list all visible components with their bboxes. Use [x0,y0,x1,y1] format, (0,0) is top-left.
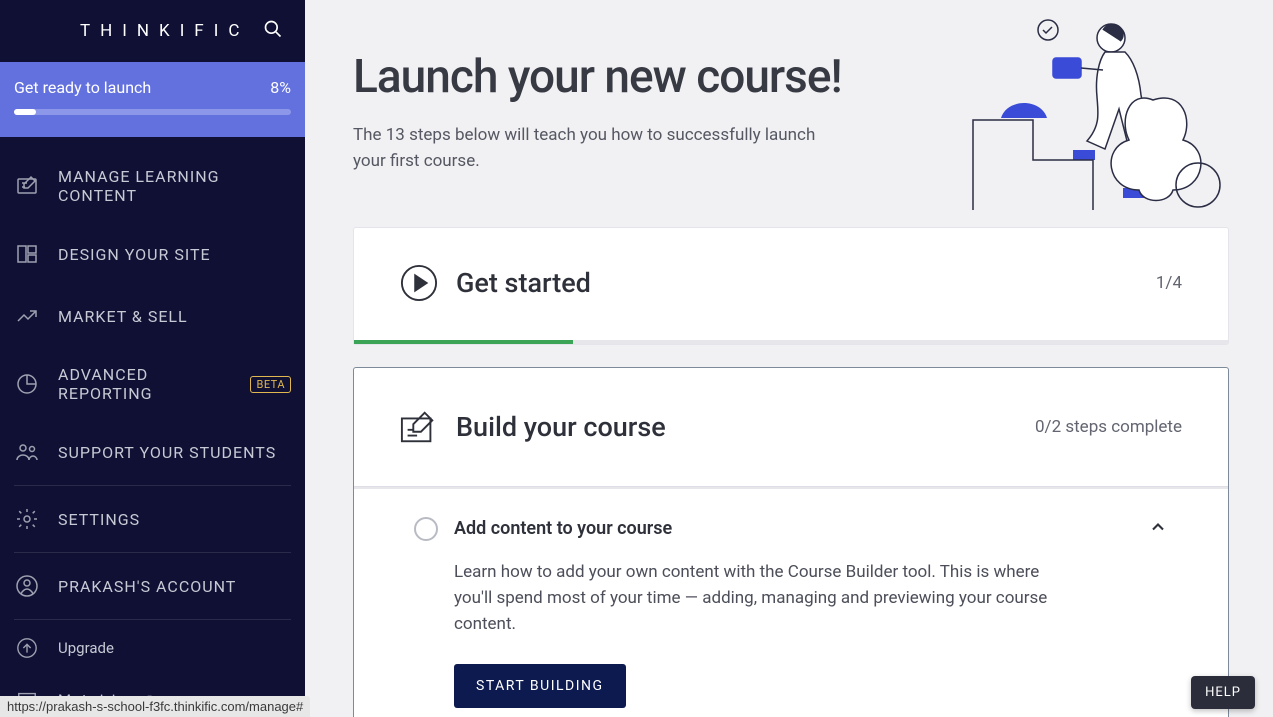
gear-icon [14,506,40,532]
launch-banner-percent: 8% [270,78,291,97]
sidebar-item-label: SETTINGS [58,510,140,529]
sidebar-item-label: Upgrade [58,639,114,657]
sidebar-item-design[interactable]: DESIGN YOUR SITE [0,223,305,285]
sidebar-nav: MANAGE LEARNING CONTENT DESIGN YOUR SITE… [0,137,305,717]
sidebar-item-label: DESIGN YOUR SITE [58,245,211,264]
sidebar-item-reporting[interactable]: ADVANCED REPORTING BETA [0,347,305,421]
help-button[interactable]: HELP [1191,676,1255,709]
search-icon[interactable] [263,19,283,43]
card-title: Build your course [456,411,1035,443]
nav-separator [14,485,291,486]
chevron-up-icon [1148,517,1168,541]
card-progress-bar-fill [354,340,573,344]
launch-progress-bar [14,109,291,115]
market-icon [14,303,40,329]
step-status-circle [414,517,438,541]
build-icon [400,408,438,446]
reporting-icon [14,371,40,397]
support-icon [14,439,40,465]
step-title: Add content to your course [454,518,1148,539]
sidebar-item-label: ADVANCED REPORTING [58,365,240,403]
launch-banner-label: Get ready to launch [14,78,151,97]
main-area: Launch your new course! The 13 steps bel… [305,0,1273,717]
sidebar-item-market[interactable]: MARKET & SELL [0,285,305,347]
start-building-button[interactable]: START BUILDING [454,664,626,708]
nav-separator [14,619,291,620]
sidebar-item-support[interactable]: SUPPORT YOUR STUDENTS [0,421,305,483]
sidebar-header: THINKIFIC [0,0,305,62]
sidebar-item-account[interactable]: PRAKASH'S ACCOUNT [0,555,305,617]
launch-progress-banner[interactable]: Get ready to launch 8% [0,62,305,137]
card-count: 0/2 steps complete [1035,417,1182,437]
browser-statusbar-url: https://prakash-s-school-f3fc.thinkific.… [0,696,310,717]
learning-icon [14,173,40,199]
card-build-course: Build your course 0/2 steps complete Add… [353,367,1229,717]
step-add-content: Add content to your course Learn how to … [354,489,1228,717]
sidebar-item-label: SUPPORT YOUR STUDENTS [58,443,276,462]
page-subtitle: The 13 steps below will teach you how to… [353,122,833,175]
brand-logo: THINKIFIC [80,21,249,41]
sidebar-item-label: MARKET & SELL [58,307,188,326]
card-title: Get started [456,267,1156,299]
page-title: Launch your new course! [353,50,1229,104]
play-icon [400,264,438,302]
nav-separator [14,552,291,553]
hero-illustration [953,0,1273,210]
upgrade-icon [14,635,40,661]
card-progress-bar [354,340,1228,344]
sidebar-item-settings[interactable]: SETTINGS [0,488,305,550]
step-description: Learn how to add your own content with t… [414,559,1054,638]
launch-progress-bar-fill [14,109,36,115]
sidebar-item-upgrade[interactable]: Upgrade [0,622,305,674]
card-count: 1/4 [1156,273,1182,293]
sidebar-item-label: MANAGE LEARNING CONTENT [58,167,291,205]
sidebar-item-label: PRAKASH'S ACCOUNT [58,577,236,596]
account-icon [14,573,40,599]
beta-badge: BETA [250,376,291,393]
sidebar-item-learning[interactable]: MANAGE LEARNING CONTENT [0,149,305,223]
card-header[interactable]: Build your course 0/2 steps complete [354,368,1228,487]
step-header[interactable]: Add content to your course [414,517,1168,541]
card-get-started[interactable]: Get started 1/4 [353,227,1229,345]
sidebar: THINKIFIC Get ready to launch 8% MANAGE … [0,0,305,717]
design-icon [14,241,40,267]
